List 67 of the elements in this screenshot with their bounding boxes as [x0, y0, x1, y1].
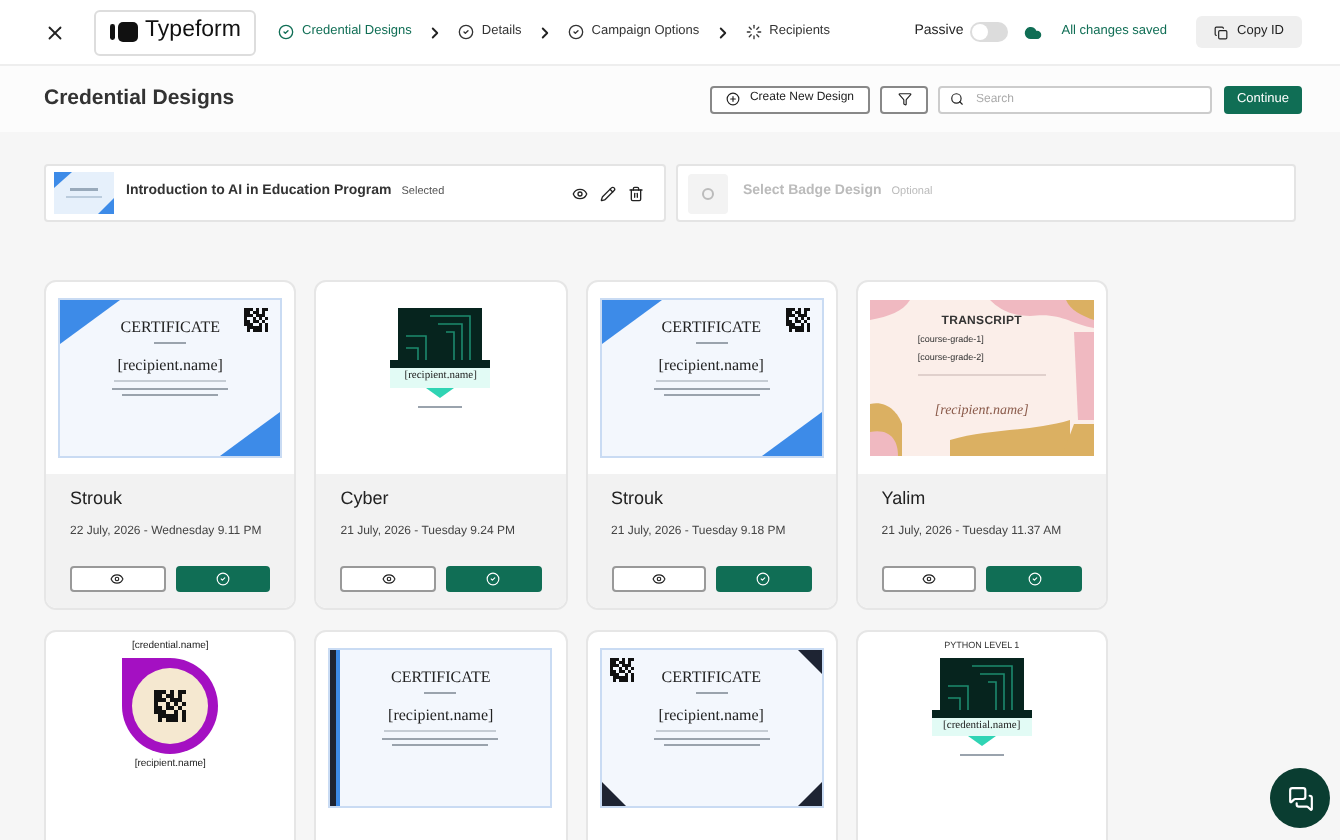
select-button[interactable] [716, 566, 812, 592]
eye-icon[interactable] [571, 185, 587, 201]
corner-wave-drawing [220, 412, 281, 456]
qr-code-icon [785, 308, 810, 332]
recipient-placeholder: [recipient.name] [658, 358, 764, 374]
preview-button[interactable] [881, 566, 977, 592]
circuit-drawing [931, 657, 1032, 717]
design-name: Strouk [70, 490, 125, 508]
pencil-icon[interactable] [599, 185, 615, 201]
plus-circle-icon [725, 92, 740, 106]
preview-button[interactable] [611, 566, 707, 592]
check-circle-icon [567, 24, 584, 40]
corner-wave-drawing [601, 300, 662, 344]
corner-drawing [797, 782, 822, 806]
logo-text: Typeform [145, 16, 241, 47]
certificate-thumbnail [54, 172, 114, 214]
certificate-title: CERTIFICATE [391, 670, 491, 686]
preview-button[interactable] [70, 566, 166, 592]
qr-code-icon [154, 690, 187, 722]
eye-icon [381, 572, 396, 586]
recipient-placeholder: [recipient.name] [117, 358, 223, 374]
logo-icon [109, 22, 138, 42]
cloud-icon [1023, 23, 1042, 41]
chat-button[interactable] [1270, 768, 1330, 828]
recipient-placeholder: [recipient.name] [658, 708, 764, 724]
select-button[interactable] [986, 566, 1082, 592]
passive-toggle[interactable] [969, 22, 1008, 42]
select-button[interactable] [175, 566, 271, 592]
certificate-title: CERTIFICATE [120, 320, 220, 336]
corner-wave-drawing [761, 412, 822, 456]
design-name: Cyber [340, 490, 391, 508]
certificate-title: CERTIFICATE [661, 670, 761, 686]
check-circle-icon [457, 24, 474, 40]
filter-icon [897, 92, 911, 106]
search-icon [950, 92, 964, 106]
select-button[interactable] [445, 566, 541, 592]
page-title: Credential Designs [44, 83, 235, 114]
preview-button[interactable] [340, 566, 436, 592]
check-icon [756, 572, 771, 586]
qr-code-icon [244, 308, 269, 332]
design-card[interactable]: CERTIFICATE [recipient.name] [585, 630, 838, 840]
eye-icon [651, 572, 666, 586]
check-circle-icon [278, 24, 294, 40]
certificate-title: CERTIFICATE [661, 320, 761, 336]
circuit-drawing [390, 308, 491, 368]
check-icon [486, 572, 501, 586]
check-icon [215, 572, 230, 586]
corner-wave-drawing [60, 300, 121, 344]
loader-icon [745, 24, 762, 40]
badge-placeholder [687, 173, 727, 213]
design-name: Yalim [881, 490, 928, 508]
design-name: Strouk [611, 490, 666, 508]
chat-icon [1287, 785, 1313, 811]
copy-icon [1213, 25, 1228, 39]
close-icon[interactable] [44, 21, 66, 43]
eye-icon [922, 572, 937, 586]
design-card[interactable]: CERTIFICATE [recipient.name] [314, 630, 567, 840]
corner-drawing [601, 782, 626, 806]
trash-icon[interactable] [627, 185, 643, 201]
corner-drawing [797, 650, 822, 674]
eye-icon [110, 572, 125, 586]
triangle-icon [967, 736, 996, 746]
qr-code-icon [609, 658, 634, 682]
recipient-placeholder: [recipient.name] [388, 708, 494, 724]
triangle-icon [426, 387, 455, 397]
check-icon [1027, 572, 1042, 586]
filter-button[interactable] [880, 85, 928, 113]
